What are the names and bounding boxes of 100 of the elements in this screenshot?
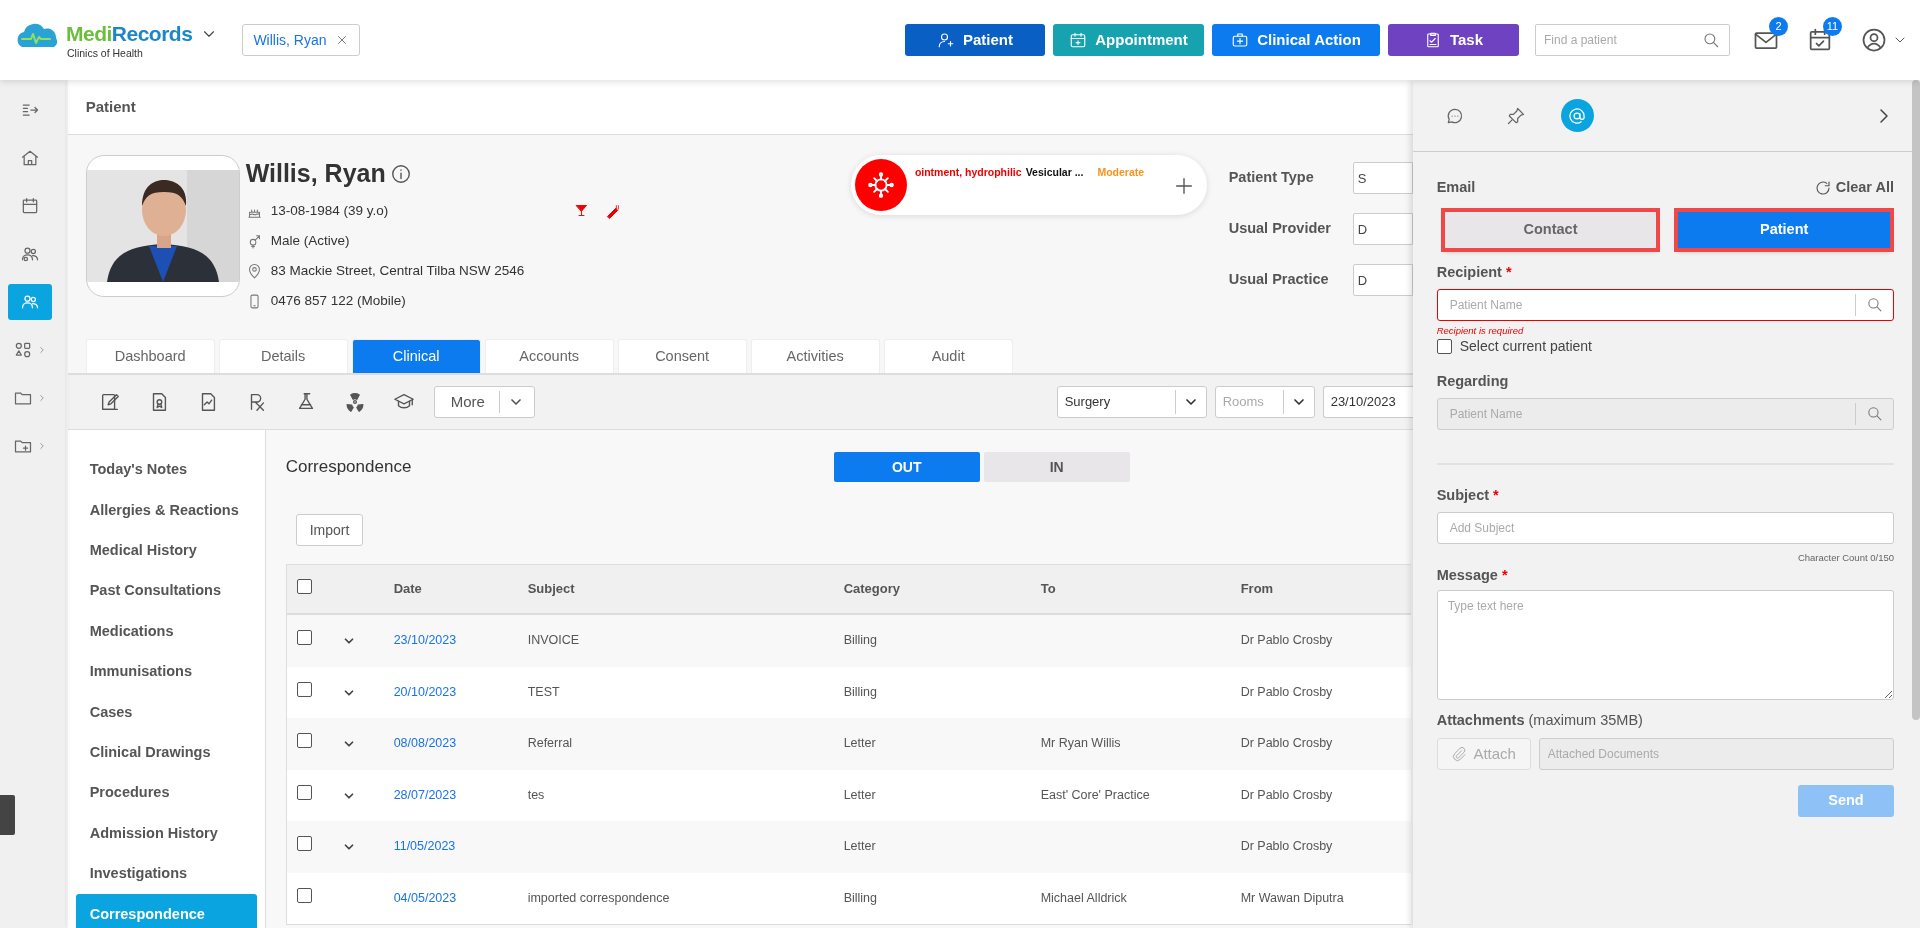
checkbox[interactable] [296,733,312,749]
clinical-nav-item[interactable]: Admission History [75,813,257,854]
medical-kit-icon [1231,31,1250,49]
new-appointment-button[interactable]: Appointment [1053,24,1204,56]
section-title: Correspondence [285,456,413,479]
error-message: Recipient is required [1436,323,1525,338]
user-icon[interactable] [1860,26,1888,54]
clinical-nav-item[interactable]: Clinical Drawings [75,732,257,774]
field-label: Message * [1436,565,1509,585]
date-field[interactable]: 23/10/2023 [1322,386,1413,418]
clinical-nav-item[interactable]: Procedures [75,773,257,814]
select-field[interactable]: D [1352,263,1413,296]
tab[interactable]: Activities [750,339,880,373]
clinical-nav-item[interactable]: Allergies & Reactions [75,490,257,531]
more-split-button[interactable]: More [433,386,535,418]
count-badge: 2 [1769,17,1788,36]
cocktail-glass-icon [573,203,589,218]
new-patient-button[interactable]: Patient [905,24,1045,56]
checkbox[interactable] [296,887,312,903]
info-icon[interactable] [389,162,412,185]
open-patient-tab[interactable]: Willis, Ryan [242,24,360,56]
calendar-plus-icon [1069,31,1088,49]
tab[interactable]: Audit [883,339,1013,373]
clinical-nav-item[interactable]: Past Consultations [75,571,257,612]
clinical-nav-item[interactable]: Cases [75,692,257,733]
clinic-name: Clinics of Health [67,46,144,62]
table-cell: imported correspondence [527,890,670,905]
clinical-nav-item[interactable]: Today's Notes [75,450,257,491]
chevron-right-icon [37,345,47,355]
tab[interactable]: Accounts [484,339,614,373]
clinical-nav-item[interactable]: Medications [75,611,257,652]
import-button[interactable]: Import [295,514,364,546]
column-header: To [1040,581,1056,597]
date-link[interactable]: 08/08/2023 [393,736,457,751]
table-cell: TEST [527,684,560,699]
tab[interactable]: Details [218,339,348,373]
tab[interactable]: Clinical [351,339,481,373]
patient-search-field[interactable]: Find a patient [1542,30,1702,50]
new-task-button[interactable]: Task [1388,24,1519,56]
direction-toggle[interactable]: IN [983,452,1130,482]
table-cell: Letter [843,839,876,854]
checkbox[interactable] [296,784,312,800]
apps-icon [13,340,33,360]
paperclip-icon [1451,745,1468,762]
tab[interactable]: Dashboard [85,339,215,373]
clinical-nav-item[interactable]: Medical History [75,530,257,572]
calendar-icon [20,196,40,216]
table-cell: Dr Pablo Crosby [1240,633,1333,648]
clear-all-link[interactable]: Clear All [1813,177,1894,199]
brand-name: MediRecords [66,20,193,47]
home-icon [20,148,40,168]
checkbox[interactable] [296,630,312,646]
allergy-substance: ointment, hydrophilic [914,165,1022,180]
patient-search-box[interactable]: Find a patient [1535,24,1730,56]
date-link[interactable]: 04/05/2023 [393,890,457,905]
table-cell: Billing [843,684,877,699]
date-link[interactable]: 23/10/2023 [393,633,457,648]
checkbox[interactable] [296,836,312,852]
count-badge: 11 [1823,17,1842,36]
patient-address: 83 Mackie Street, Central Tilba NSW 2546 [270,262,525,281]
chevron-right-icon [37,441,47,451]
checkbox[interactable] [296,578,312,594]
date-link[interactable]: 11/05/2023 [393,839,456,854]
field-label: Usual Practice [1228,269,1330,289]
patient-name: Willis, Ryan [245,158,386,189]
patient-detail: 0476 857 122 (Mobile) [270,292,406,311]
allergy-alert-card[interactable]: ointment, hydrophilic Vesicular ... Moderate [850,155,1207,215]
table-cell: Dr Pablo Crosby [1240,736,1333,751]
table-cell: Dr Pablo Crosby [1240,787,1333,802]
table-cell: Mr Ryan Willis [1040,736,1121,751]
select-field[interactable]: S [1352,161,1413,194]
search-icon [1866,405,1883,423]
panel-title: Email [1436,178,1476,198]
select-current-patient-checkbox[interactable]: Select current patient [1436,336,1894,357]
search-icon [1866,296,1883,314]
checkbox[interactable] [296,681,312,697]
column-header: Subject [527,581,575,597]
message-field[interactable]: Type text here [1436,589,1894,700]
table-cell: Mr Wawan Diputra [1240,890,1344,905]
date-link[interactable]: 20/10/2023 [393,684,457,699]
new-clinical-button[interactable]: Clinical Action [1212,24,1380,56]
table-cell: INVOICE [527,633,580,648]
date-link[interactable]: 28/07/2023 [393,787,457,802]
clinical-nav-item[interactable]: Investigations [75,853,257,895]
direction-toggle[interactable]: OUT [833,452,980,482]
add-person-icon [937,31,955,49]
field-label: Regarding [1436,372,1510,391]
dropdown-field[interactable]: Surgery [1056,386,1207,418]
scrollbar-thumb[interactable] [1912,80,1920,720]
character-count: Character Count 0/150 [1796,550,1894,565]
clinical-nav-item[interactable]: Immunisations [75,651,257,693]
subject-field[interactable]: Add Subject [1437,512,1893,543]
attachments-label: Attachments (maximum 35MB) [1436,711,1644,730]
tab[interactable]: Consent [617,339,747,373]
select-field[interactable]: D [1352,212,1413,245]
column-header: Category [843,581,900,597]
table-cell: Referral [527,736,573,751]
at-sign-icon[interactable] [1560,99,1594,132]
allergy-reaction: Vesicular ... [1025,165,1084,180]
column-header: Date [393,581,422,597]
